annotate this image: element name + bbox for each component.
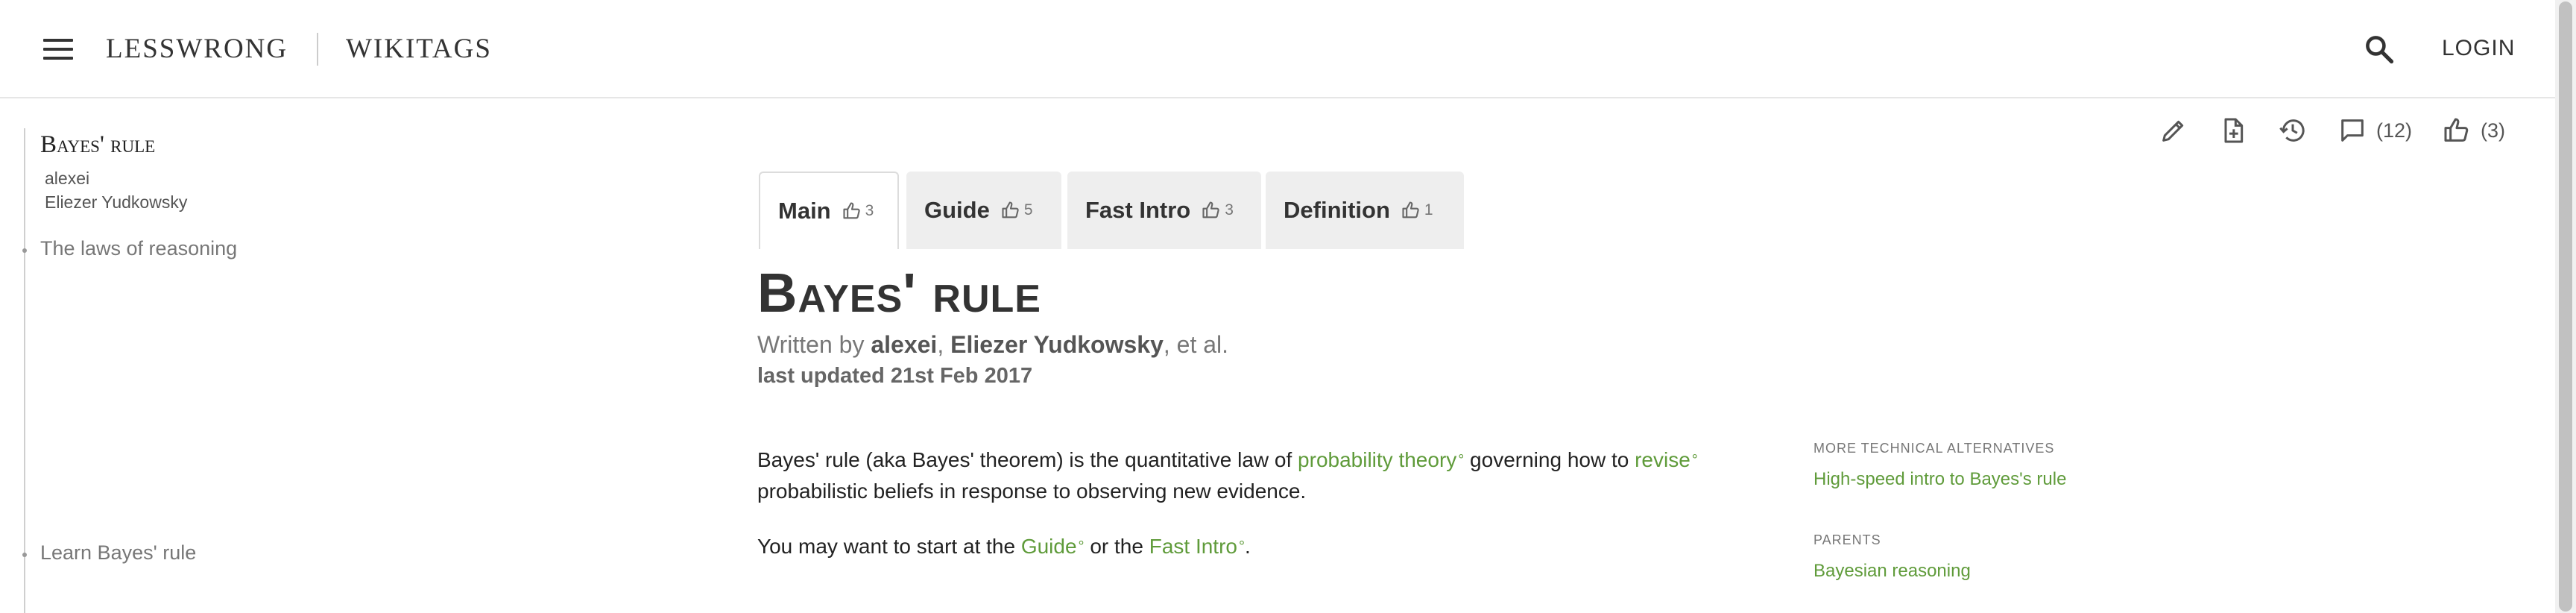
thumbs-up-icon xyxy=(1202,201,1219,219)
toc-title[interactable]: Bayes' rule xyxy=(40,131,155,159)
alternatives-link[interactable]: High-speed intro to Bayes's rule xyxy=(1813,469,2066,490)
toc-item-laws-of-reasoning[interactable]: The laws of reasoning xyxy=(40,237,237,260)
parents-link[interactable]: Bayesian reasoning xyxy=(1813,561,1971,582)
pencil-icon xyxy=(2162,120,2184,142)
tab-guide[interactable]: Guide 5 xyxy=(906,172,1061,249)
toc-line xyxy=(24,128,25,613)
last-updated: last updated 21st Feb 2017 xyxy=(757,364,1033,388)
hamburger-menu-icon[interactable] xyxy=(43,37,76,61)
parents-heading: Parents xyxy=(1813,532,1881,547)
header-divider xyxy=(317,33,318,66)
edit-button[interactable] xyxy=(2159,113,2188,148)
comment-count: (12) xyxy=(2376,119,2413,142)
comment-icon xyxy=(2341,119,2364,142)
toc-author: alexei xyxy=(45,169,90,188)
site-header: LESSWRONG WIKITAGS LOGIN xyxy=(0,0,2555,98)
tab-votes: 3 xyxy=(842,201,874,221)
tab-definition[interactable]: Definition 1 xyxy=(1266,172,1464,249)
add-document-icon xyxy=(2224,118,2244,143)
author-link[interactable]: alexei xyxy=(871,331,937,358)
thumbs-up-icon xyxy=(2444,118,2469,142)
start-paragraph: You may want to start at the Guide ° or t… xyxy=(757,535,1251,558)
like-count: (3) xyxy=(2481,119,2505,142)
history-icon xyxy=(2279,119,2305,142)
fast-intro-link[interactable]: Fast Intro xyxy=(1149,535,1237,558)
tab-fast-intro[interactable]: Fast Intro 3 xyxy=(1067,172,1261,249)
thumbs-up-icon xyxy=(843,202,860,219)
tab-label: Main xyxy=(778,198,831,224)
tab-label: Guide xyxy=(924,197,990,223)
tab-main[interactable]: Main 3 xyxy=(759,172,899,249)
tab-votes: 3 xyxy=(1201,200,1234,221)
tab-label: Fast Intro xyxy=(1085,197,1191,223)
tab-votes: 5 xyxy=(1000,200,1033,221)
probability-theory-link[interactable]: probability theory xyxy=(1298,448,1456,471)
page-title: Bayes' rule xyxy=(757,262,1041,324)
thumbs-up-icon xyxy=(1002,201,1019,219)
like-button[interactable]: (3) xyxy=(2442,113,2505,148)
new-page-button[interactable] xyxy=(2218,113,2248,148)
guide-link[interactable]: Guide xyxy=(1021,535,1077,558)
thumbs-up-icon xyxy=(1402,201,1419,219)
search-icon[interactable] xyxy=(2363,33,2396,66)
tab-votes: 1 xyxy=(1401,200,1433,221)
tab-label: Definition xyxy=(1284,197,1390,223)
intro-paragraph: Bayes' rule (aka Bayes' theorem) is the … xyxy=(757,448,1698,503)
history-button[interactable] xyxy=(2278,113,2308,148)
alternatives-heading: More technical alternatives xyxy=(1813,441,2055,456)
byline: Written by alexei, Eliezer Yudkowsky, et… xyxy=(757,331,1229,358)
revise-link[interactable]: revise xyxy=(1635,448,1690,471)
section-title[interactable]: WIKITAGS xyxy=(346,33,492,65)
toc-dot xyxy=(22,248,27,253)
author-link[interactable]: Eliezer Yudkowsky xyxy=(950,331,1164,358)
toc-author: Eliezer Yudkowsky xyxy=(45,192,188,212)
login-button[interactable]: LOGIN xyxy=(2442,36,2515,61)
scrollbar-thumb[interactable] xyxy=(2559,1,2572,612)
toc-item-learn-bayes-rule[interactable]: Learn Bayes' rule xyxy=(40,541,196,565)
toc-dot xyxy=(22,553,27,557)
comments-button[interactable]: (12) xyxy=(2337,113,2412,148)
site-title[interactable]: LESSWRONG xyxy=(106,33,288,65)
